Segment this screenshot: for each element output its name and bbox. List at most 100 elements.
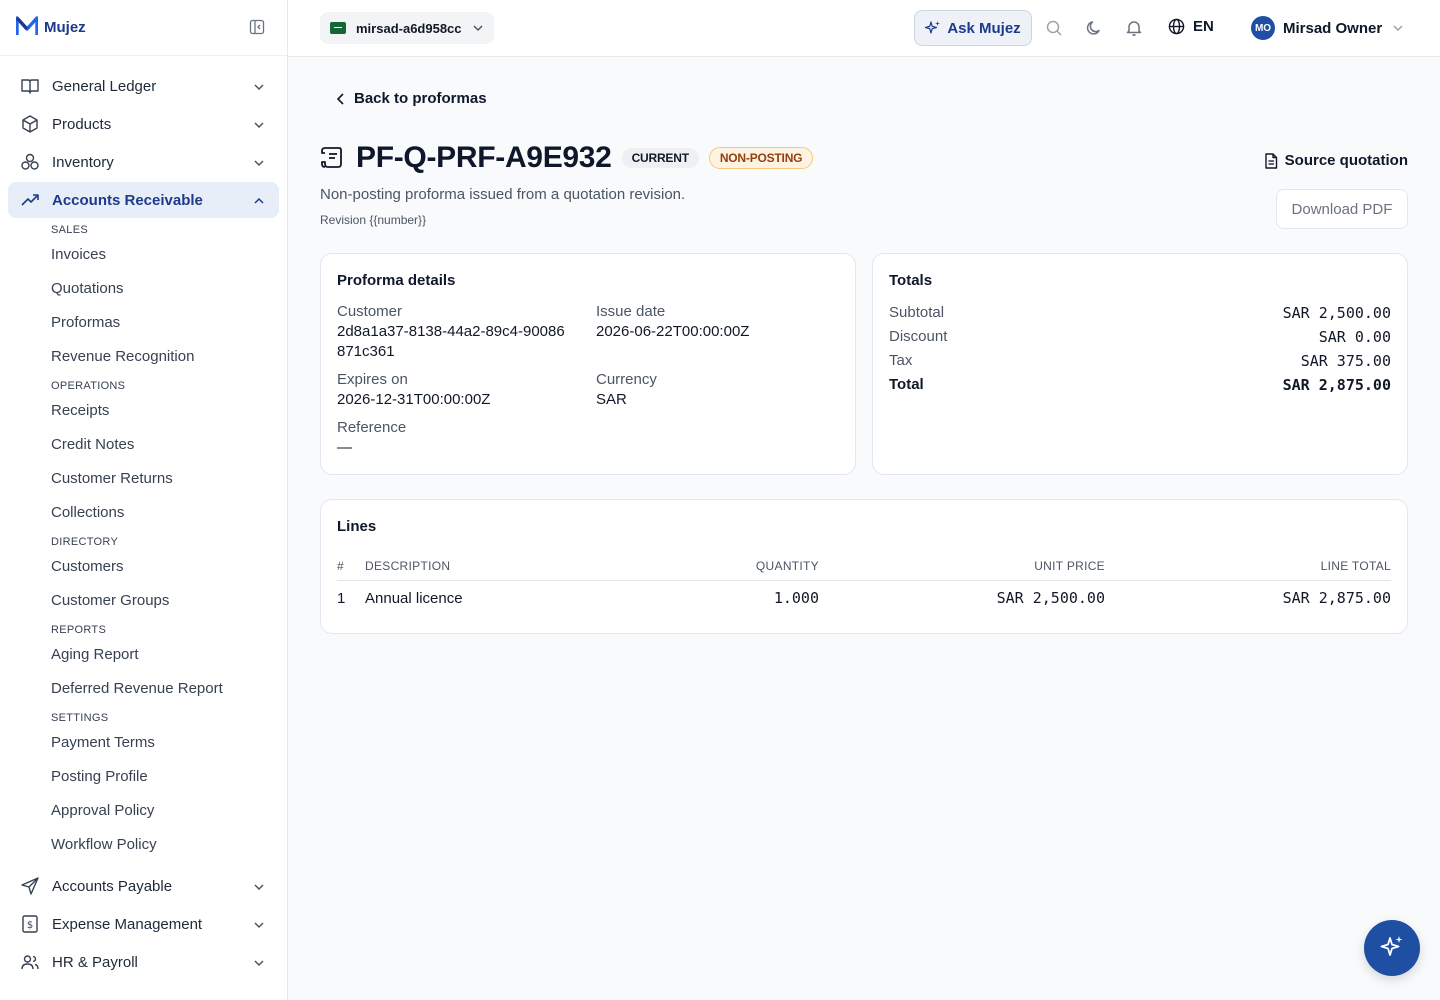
sidebar-item-products[interactable]: Products <box>8 106 279 142</box>
sidebar-item-label: General Ledger <box>52 77 157 95</box>
sidebar-nav: General Ledger Products Inventory Accoun… <box>0 56 287 980</box>
globe-icon <box>1168 18 1185 35</box>
card-heading: Totals <box>889 272 933 289</box>
download-pdf-button[interactable]: Download PDF <box>1276 189 1408 229</box>
card-heading: Proforma details <box>337 272 456 289</box>
book-icon <box>20 76 40 96</box>
card-heading: Lines <box>337 518 377 535</box>
page-header: PF-Q-PRF-A9E932 CURRENT NON-POSTING <box>320 141 814 175</box>
line-description: Annual licence <box>365 589 463 607</box>
sidebar-subitem-customers[interactable]: Customers <box>0 550 287 584</box>
sidebar-subitem-credit-notes[interactable]: Credit Notes <box>0 428 287 462</box>
column-header: QUANTITY <box>639 552 819 581</box>
chevron-down-icon <box>472 22 484 34</box>
sidebar-item-label: Expense Management <box>52 915 203 933</box>
ask-mujez-button[interactable]: Ask Mujez <box>914 10 1032 46</box>
bell-icon[interactable] <box>1125 19 1143 37</box>
totals-row-subtotal: Subtotal SAR 2,500.00 <box>889 304 1391 322</box>
totals-label: Tax <box>889 352 913 369</box>
totals-row-discount: Discount SAR 0.00 <box>889 328 1391 346</box>
tenant-switcher[interactable]: mirsad-a6d958cc <box>320 12 494 44</box>
back-link[interactable]: Back to proformas <box>336 90 487 107</box>
sidebar-subitem-collections[interactable]: Collections <box>0 496 287 530</box>
issue-date-field: Issue date 2026-06-22T00:00:00Z <box>596 303 749 342</box>
submenu-section-directory: DIRECTORY <box>51 536 119 548</box>
page-subtitle: Non-posting proforma issued from a quota… <box>320 186 686 203</box>
chevron-down-icon <box>253 880 265 892</box>
user-name: Mirsad Owner <box>1283 19 1383 37</box>
search-icon[interactable] <box>1045 19 1063 37</box>
sidebar-subitem-aging-report[interactable]: Aging Report <box>0 638 287 672</box>
sidebar-subitem-customer-returns[interactable]: Customer Returns <box>0 462 287 496</box>
field-value: 2026-06-22T00:00:00Z <box>596 323 750 340</box>
submenu-section-sales: SALES <box>51 224 88 236</box>
moon-icon[interactable] <box>1085 19 1103 37</box>
line-total: SAR 2,875.00 <box>1282 589 1391 608</box>
main-content: Back to proformas PF-Q-PRF-A9E932 CURREN… <box>288 57 1440 1000</box>
field-label: Issue date <box>596 303 666 320</box>
sidebar-item-accounts-payable[interactable]: Accounts Payable <box>8 868 279 904</box>
sidebar-item-label: Accounts Receivable <box>52 191 203 209</box>
send-icon <box>20 876 40 896</box>
sidebar-item-inventory[interactable]: Inventory <box>8 144 279 180</box>
language-switcher[interactable]: EN <box>1168 18 1214 35</box>
field-label: Expires on <box>337 371 408 388</box>
sidebar: Mujez General Ledger Products Inventory … <box>0 0 288 1000</box>
source-quotation-link[interactable]: Source quotation <box>1264 152 1408 169</box>
sidebar-subitem-quotations[interactable]: Quotations <box>0 272 287 306</box>
sidebar-item-hr-payroll[interactable]: HR & Payroll <box>8 944 279 980</box>
sidebar-item-accounts-receivable[interactable]: Accounts Receivable <box>8 182 279 218</box>
chevron-down-icon <box>1392 22 1404 34</box>
field-label: Currency <box>596 371 657 388</box>
totals-value: SAR 375.00 <box>1300 352 1391 370</box>
sidebar-item-label: Inventory <box>52 153 114 171</box>
sidebar-subitem-posting-profile[interactable]: Posting Profile <box>0 760 287 794</box>
totals-label: Subtotal <box>889 304 945 321</box>
ai-assistant-fab[interactable] <box>1364 920 1420 976</box>
user-menu[interactable]: MO Mirsad Owner <box>1251 16 1404 40</box>
submenu-section-settings: SETTINGS <box>51 712 109 724</box>
expires-field: Expires on 2026-12-31T00:00:00Z <box>337 371 490 410</box>
file-text-icon <box>1264 152 1278 169</box>
totals-value: SAR 2,500.00 <box>1282 304 1391 322</box>
page-title: PF-Q-PRF-A9E932 <box>356 141 612 174</box>
source-quotation-label: Source quotation <box>1284 152 1408 169</box>
table-header-row: # DESCRIPTION QUANTITY UNIT PRICE LINE T… <box>337 552 1391 581</box>
boxes-icon <box>20 152 40 172</box>
scroll-document-icon <box>320 144 346 173</box>
sidebar-item-general-ledger[interactable]: General Ledger <box>8 68 279 104</box>
reference-field: Reference — <box>337 419 406 458</box>
totals-label: Discount <box>889 328 948 345</box>
sparkles-icon <box>925 20 941 36</box>
tenant-name: mirsad-a6d958cc <box>356 20 462 36</box>
users-icon <box>20 952 40 972</box>
lines-table: # DESCRIPTION QUANTITY UNIT PRICE LINE T… <box>337 552 1391 616</box>
totals-row-tax: Tax SAR 375.00 <box>889 352 1391 370</box>
sidebar-collapse-icon[interactable] <box>249 19 267 37</box>
chevron-up-icon <box>253 194 265 206</box>
field-value: 2d8a1a37-8138-44a2-89c4-90086871c361 <box>337 323 565 360</box>
topbar: mirsad-a6d958cc Ask Mujez EN MO Mirsad O… <box>288 0 1440 57</box>
status-badge-current: CURRENT <box>621 148 699 168</box>
sidebar-subitem-approval-policy[interactable]: Approval Policy <box>0 794 287 828</box>
status-badge-non-posting: NON-POSTING <box>708 147 814 169</box>
field-value: SAR <box>596 391 627 408</box>
brand: Mujez <box>0 0 287 56</box>
chevron-left-icon <box>336 92 346 105</box>
sidebar-subitem-invoices[interactable]: Invoices <box>0 238 287 272</box>
sidebar-subitem-revenue-recognition[interactable]: Revenue Recognition <box>0 340 287 374</box>
customer-field: Customer 2d8a1a37-8138-44a2-89c4-9008687… <box>337 303 567 362</box>
sidebar-subitem-receipts[interactable]: Receipts <box>0 394 287 428</box>
line-number: 1 <box>337 589 346 607</box>
sidebar-subitem-customer-groups[interactable]: Customer Groups <box>0 584 287 618</box>
language-label: EN <box>1193 18 1214 35</box>
sidebar-item-expense-management[interactable]: $ Expense Management <box>8 906 279 942</box>
chevron-down-icon <box>253 956 265 968</box>
field-value: — <box>337 439 352 456</box>
sidebar-subitem-deferred-revenue-report[interactable]: Deferred Revenue Report <box>0 672 287 706</box>
sidebar-subitem-proformas[interactable]: Proformas <box>0 306 287 340</box>
totals-card: Totals Subtotal SAR 2,500.00 Discount SA… <box>872 253 1408 475</box>
column-header: LINE TOTAL <box>1105 552 1391 581</box>
sidebar-subitem-payment-terms[interactable]: Payment Terms <box>0 726 287 760</box>
sidebar-subitem-workflow-policy[interactable]: Workflow Policy <box>0 828 287 862</box>
